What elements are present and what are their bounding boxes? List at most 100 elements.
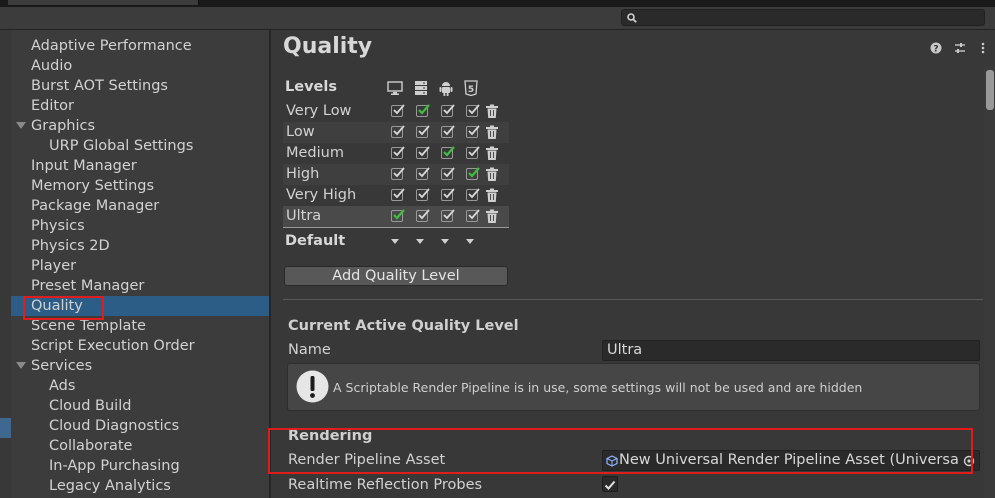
default-dropdown-server[interactable] bbox=[416, 239, 424, 244]
sidebar-item-label: Package Manager bbox=[31, 198, 160, 214]
default-dropdown-webgl[interactable] bbox=[466, 239, 474, 244]
platform-checkbox-server[interactable] bbox=[416, 146, 430, 159]
levels-title: Levels bbox=[285, 79, 337, 95]
sidebar-item-audio[interactable]: Audio bbox=[11, 56, 269, 76]
sidebar-item-services[interactable]: Services bbox=[11, 356, 269, 376]
object-picker-icon[interactable] bbox=[963, 455, 975, 467]
platform-checkbox-android[interactable] bbox=[441, 104, 455, 117]
sidebar-item-input-manager[interactable]: Input Manager bbox=[11, 156, 269, 176]
delete-level-icon[interactable] bbox=[485, 125, 499, 140]
delete-level-icon[interactable] bbox=[485, 188, 499, 203]
platform-checkbox-desktop[interactable] bbox=[391, 146, 405, 159]
default-dropdown-desktop[interactable] bbox=[391, 239, 399, 244]
checkmark-icon bbox=[393, 104, 405, 115]
add-quality-level-button[interactable]: Add Quality Level bbox=[284, 266, 508, 286]
more-options-icon[interactable] bbox=[980, 42, 986, 54]
sidebar-item-preset-manager[interactable]: Preset Manager bbox=[11, 276, 269, 296]
expand-arrow-icon[interactable] bbox=[16, 122, 26, 129]
server-icon bbox=[415, 81, 427, 95]
name-field[interactable]: Ultra bbox=[602, 340, 980, 361]
expand-arrow-icon[interactable] bbox=[16, 362, 26, 369]
search-icon bbox=[627, 13, 637, 23]
sidebar-item-quality[interactable]: Quality bbox=[11, 296, 269, 316]
delete-level-icon[interactable] bbox=[485, 146, 499, 161]
platform-checkbox-webgl[interactable] bbox=[466, 125, 480, 138]
delete-level-icon[interactable] bbox=[485, 167, 499, 182]
delete-level-icon[interactable] bbox=[485, 209, 499, 224]
checkmark-icon bbox=[393, 146, 405, 157]
platform-checkbox-server[interactable] bbox=[416, 188, 430, 201]
sidebar-item-urp-global-settings[interactable]: URP Global Settings bbox=[11, 136, 269, 156]
sidebar-item-physics[interactable]: Physics bbox=[11, 216, 269, 236]
sidebar-item-burst-aot-settings[interactable]: Burst AOT Settings bbox=[11, 76, 269, 96]
platform-checkbox-android[interactable] bbox=[441, 146, 455, 159]
platform-checkbox-server[interactable] bbox=[416, 167, 430, 180]
checkmark-icon bbox=[604, 480, 616, 490]
page-title: Quality bbox=[283, 34, 373, 59]
sidebar-item-label: Burst AOT Settings bbox=[31, 78, 168, 94]
sidebar-item-player[interactable]: Player bbox=[11, 256, 269, 276]
name-field-value: Ultra bbox=[607, 342, 643, 358]
quality-level-row[interactable]: Very Low bbox=[283, 101, 509, 122]
platform-checkbox-webgl[interactable] bbox=[466, 188, 480, 201]
sidebar-item-editor[interactable]: Editor bbox=[11, 96, 269, 116]
platform-checkbox-android[interactable] bbox=[441, 188, 455, 201]
levels-divider bbox=[283, 227, 509, 228]
platform-checkbox-desktop[interactable] bbox=[391, 104, 405, 117]
render-pipeline-asset-value: New Universal Render Pipeline Asset (Uni… bbox=[619, 452, 959, 468]
checkmark-icon bbox=[418, 188, 430, 199]
sidebar-item-label: Services bbox=[31, 358, 93, 374]
platform-checkbox-webgl[interactable] bbox=[466, 209, 480, 222]
render-pipeline-asset-field[interactable]: New Universal Render Pipeline Asset (Uni… bbox=[602, 450, 980, 471]
platform-checkbox-webgl[interactable] bbox=[466, 146, 480, 159]
platform-checkbox-desktop[interactable] bbox=[391, 209, 405, 222]
platform-checkbox-android[interactable] bbox=[441, 167, 455, 180]
realtime-reflection-probes-checkbox[interactable] bbox=[602, 476, 618, 492]
sidebar-item-graphics[interactable]: Graphics bbox=[11, 116, 269, 136]
default-dropdown-android[interactable] bbox=[441, 239, 449, 244]
sidebar-item-package-manager[interactable]: Package Manager bbox=[11, 196, 269, 216]
window-titlebar bbox=[0, 0, 995, 7]
sidebar-item-scene-template[interactable]: Scene Template bbox=[11, 316, 269, 336]
sidebar-item-legacy-analytics[interactable]: Legacy Analytics bbox=[11, 476, 269, 496]
delete-level-icon[interactable] bbox=[485, 104, 499, 119]
platform-checkbox-server[interactable] bbox=[416, 104, 430, 117]
sidebar-item-in-app-purchasing[interactable]: In-App Purchasing bbox=[11, 456, 269, 476]
sidebar-item-physics-2d[interactable]: Physics 2D bbox=[11, 236, 269, 256]
android-icon bbox=[439, 82, 453, 96]
quality-level-row[interactable]: Very High bbox=[283, 185, 509, 206]
quality-level-row[interactable]: Medium bbox=[283, 143, 509, 164]
quality-level-row[interactable]: High bbox=[283, 164, 509, 185]
sidebar-item-ads[interactable]: Ads bbox=[11, 376, 269, 396]
sidebar-item-collaborate[interactable]: Collaborate bbox=[11, 436, 269, 456]
platform-checkbox-webgl[interactable] bbox=[466, 104, 480, 117]
sidebar-item-adaptive-performance[interactable]: Adaptive Performance bbox=[11, 36, 269, 56]
platform-checkbox-webgl[interactable] bbox=[466, 167, 480, 180]
checkmark-icon bbox=[418, 167, 430, 178]
platform-checkbox-android[interactable] bbox=[441, 125, 455, 138]
sidebar-item-cloud-diagnostics[interactable]: Cloud Diagnostics bbox=[11, 416, 269, 436]
platform-checkbox-desktop[interactable] bbox=[391, 167, 405, 180]
platform-checkbox-server[interactable] bbox=[416, 125, 430, 138]
platform-checkbox-server[interactable] bbox=[416, 209, 430, 222]
sidebar-item-cloud-build[interactable]: Cloud Build bbox=[11, 396, 269, 416]
checkmark-icon bbox=[443, 167, 455, 178]
window-tab[interactable] bbox=[8, 0, 199, 5]
platform-checkbox-desktop[interactable] bbox=[391, 125, 405, 138]
sidebar-item-label: Preset Manager bbox=[31, 278, 145, 294]
vertical-scrollbar[interactable] bbox=[984, 66, 995, 498]
quality-level-name: Low bbox=[286, 124, 315, 140]
sidebar-item-script-execution-order[interactable]: Script Execution Order bbox=[11, 336, 269, 356]
quality-level-row[interactable]: Low bbox=[283, 122, 509, 143]
quality-level-row[interactable]: Ultra bbox=[283, 206, 509, 227]
search-input[interactable] bbox=[621, 9, 985, 26]
presets-icon[interactable] bbox=[954, 42, 966, 54]
sidebar-item-label: Physics bbox=[31, 218, 85, 234]
quality-level-name: Ultra bbox=[286, 208, 322, 224]
platform-checkbox-android[interactable] bbox=[441, 209, 455, 222]
platform-checkbox-desktop[interactable] bbox=[391, 188, 405, 201]
quality-level-name: Medium bbox=[286, 145, 344, 161]
sidebar-item-memory-settings[interactable]: Memory Settings bbox=[11, 176, 269, 196]
scrollbar-thumb[interactable] bbox=[986, 70, 994, 110]
help-icon[interactable]: ? bbox=[930, 42, 942, 54]
